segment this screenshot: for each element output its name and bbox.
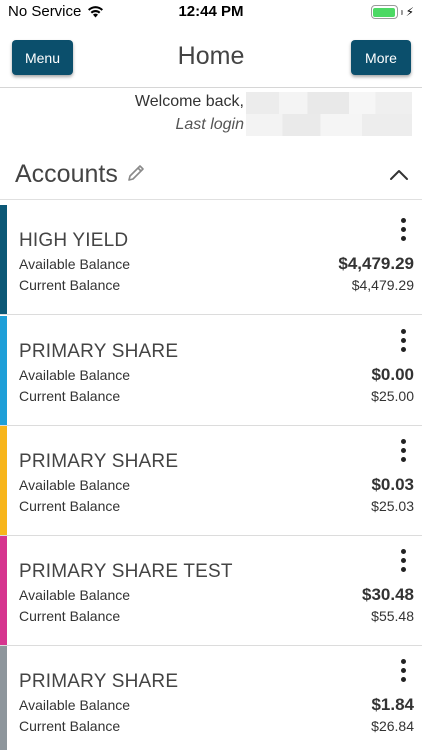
account-color-bar — [0, 205, 7, 314]
battery-charging-icon: ⚡ — [370, 5, 414, 19]
account-card[interactable]: PRIMARY SHARE Available Balance Current … — [0, 646, 422, 750]
redacted-user-info — [246, 92, 412, 136]
more-options-icon[interactable] — [397, 218, 409, 244]
available-balance-label: Available Balance — [19, 477, 131, 493]
current-balance-value: $4,479.29 — [351, 277, 414, 293]
available-balance-value: $0.00 — [371, 365, 414, 384]
account-name: HIGH YIELD — [19, 230, 129, 251]
available-balance-label: Available Balance — [19, 256, 131, 272]
account-color-bar — [0, 646, 7, 750]
account-card[interactable]: PRIMARY SHARE Available Balance Current … — [0, 316, 422, 426]
more-options-icon[interactable] — [397, 549, 409, 575]
available-balance-value: $0.03 — [371, 475, 414, 494]
account-name: PRIMARY SHARE — [19, 671, 179, 692]
available-balance-value: $1.84 — [371, 695, 414, 714]
charging-bolt-icon: ⚡ — [405, 5, 414, 19]
current-balance-value: $25.00 — [371, 388, 414, 404]
available-balance-value: $30.48 — [362, 585, 414, 604]
welcome-section: Welcome back, Last login — [0, 90, 422, 140]
account-card[interactable]: HIGH YIELD Available Balance Current Bal… — [0, 205, 422, 315]
more-options-icon[interactable] — [397, 439, 409, 465]
more-options-icon[interactable] — [397, 659, 409, 685]
battery-tip — [400, 9, 403, 15]
battery-icon — [370, 5, 398, 19]
current-balance-label: Current Balance — [19, 718, 121, 734]
current-balance-value: $26.84 — [371, 718, 414, 734]
account-name: PRIMARY SHARE — [19, 341, 179, 362]
current-balance-label: Current Balance — [19, 608, 121, 624]
account-card[interactable]: PRIMARY SHARE Available Balance Current … — [0, 426, 422, 536]
available-balance-value: $4,479.29 — [338, 254, 414, 273]
account-name: PRIMARY SHARE TEST — [19, 561, 233, 582]
available-balance-label: Available Balance — [19, 697, 131, 713]
account-color-bar — [0, 536, 7, 645]
account-color-bar — [0, 316, 7, 425]
account-name: PRIMARY SHARE — [19, 451, 179, 472]
accounts-header: Accounts — [0, 148, 422, 200]
current-balance-label: Current Balance — [19, 498, 121, 514]
chevron-up-icon[interactable] — [388, 166, 410, 182]
current-balance-label: Current Balance — [19, 277, 121, 293]
welcome-greeting: Welcome back, — [134, 93, 244, 110]
current-balance-value: $25.03 — [371, 498, 414, 514]
status-bar: No Service 12:44 PM ⚡ — [0, 0, 422, 26]
available-balance-label: Available Balance — [19, 367, 131, 383]
accounts-title: Accounts — [15, 160, 118, 188]
account-card[interactable]: PRIMARY SHARE TEST Available Balance Cur… — [0, 536, 422, 646]
more-options-icon[interactable] — [397, 329, 409, 355]
pencil-icon[interactable] — [125, 162, 147, 184]
current-balance-value: $55.48 — [371, 608, 414, 624]
nav-bar: Menu Home More — [0, 26, 422, 88]
available-balance-label: Available Balance — [19, 587, 131, 603]
account-color-bar — [0, 426, 7, 535]
last-login-label: Last login — [175, 116, 245, 133]
more-button[interactable]: More — [351, 40, 411, 75]
status-time: 12:44 PM — [178, 3, 244, 20]
current-balance-label: Current Balance — [19, 388, 121, 404]
